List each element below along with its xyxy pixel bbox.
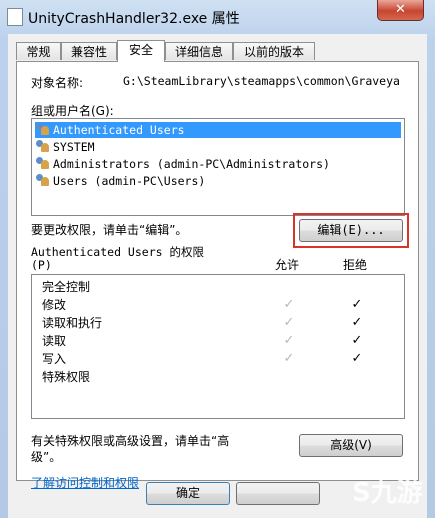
allow-check: ✓ bbox=[283, 315, 295, 330]
groups-label: 组或用户名(G): bbox=[31, 104, 114, 118]
perm-name: 特殊权限 bbox=[42, 370, 91, 384]
user-name: Users (admin-PC\Users) bbox=[53, 174, 206, 188]
window-title: UnityCrashHandler32.exe 属性 bbox=[28, 11, 240, 27]
close-button[interactable]: ✕ bbox=[377, 0, 424, 21]
deny-check: ✓ bbox=[351, 297, 363, 312]
users-group-icon bbox=[35, 156, 51, 170]
deny-check: ✓ bbox=[351, 333, 363, 348]
tab-details[interactable]: 详细信息 bbox=[165, 42, 233, 60]
tab-compatibility[interactable]: 兼容性 bbox=[61, 42, 117, 60]
permissions-title-accel: (P) bbox=[31, 258, 52, 272]
deny-header: 拒绝 bbox=[343, 258, 368, 272]
list-item[interactable]: SYSTEM bbox=[35, 139, 95, 155]
deny-check: ✓ bbox=[351, 351, 363, 366]
advanced-button[interactable]: 高级(V) bbox=[299, 434, 403, 457]
watermark-logo: S九游 bbox=[352, 472, 423, 509]
allow-check: ✓ bbox=[283, 333, 295, 348]
allow-check: ✓ bbox=[283, 351, 295, 366]
users-group-icon bbox=[35, 139, 51, 153]
watermark-mark: S bbox=[352, 478, 371, 508]
allow-check: ✓ bbox=[283, 297, 295, 312]
permissions-table: 完全控制 修改 读取和执行 读取 写入 特殊权限 ✓ ✓ ✓ ✓ ✓ ✓ ✓ ✓ bbox=[31, 274, 405, 419]
security-panel: 对象名称: G:\SteamLibrary\steamapps\common\G… bbox=[16, 61, 419, 490]
title-bar[interactable]: UnityCrashHandler32.exe 属性 ✕ bbox=[0, 0, 435, 32]
list-item[interactable]: Users (admin-PC\Users) bbox=[35, 173, 205, 189]
advanced-hint-cont: 级”。 bbox=[31, 450, 62, 464]
perm-name: 修改 bbox=[42, 298, 67, 312]
perm-name: 读取 bbox=[42, 334, 67, 348]
perm-name: 读取和执行 bbox=[42, 316, 103, 330]
ok-button[interactable]: 确定 bbox=[146, 482, 230, 505]
perm-name: 写入 bbox=[42, 352, 67, 366]
tab-security[interactable]: 安全 bbox=[117, 40, 165, 62]
learn-access-control-link[interactable]: 了解访问控制和权限 bbox=[31, 474, 139, 491]
users-listbox[interactable]: Authenticated Users SYSTEM Administrator… bbox=[31, 118, 405, 216]
permissions-title: Authenticated Users 的权限 bbox=[31, 245, 204, 259]
advanced-hint: 有关特殊权限或高级设置，请单击“高 bbox=[31, 434, 230, 448]
deny-check: ✓ bbox=[351, 315, 363, 330]
users-group-icon bbox=[35, 122, 51, 136]
properties-window: UnityCrashHandler32.exe 属性 ✕ 常规 兼容性 安全 详… bbox=[0, 0, 435, 518]
tab-previous-versions[interactable]: 以前的版本 bbox=[233, 42, 315, 60]
list-item[interactable]: Administrators (admin-PC\Administrators) bbox=[35, 156, 330, 172]
users-group-icon bbox=[35, 173, 51, 187]
list-item[interactable]: Authenticated Users bbox=[35, 122, 401, 138]
perm-name: 完全控制 bbox=[42, 280, 91, 294]
dialog-body: 常规 兼容性 安全 详细信息 以前的版本 对象名称: G:\SteamLibra… bbox=[8, 34, 427, 518]
user-name: Authenticated Users bbox=[53, 123, 185, 137]
object-name-value: G:\SteamLibrary\steamapps\common\Graveya bbox=[123, 74, 400, 88]
cancel-button[interactable] bbox=[236, 482, 320, 505]
file-icon bbox=[7, 8, 23, 26]
user-name: SYSTEM bbox=[53, 140, 95, 154]
change-permissions-hint: 要更改权限，请单击“编辑”。 bbox=[31, 223, 188, 237]
edit-button[interactable]: 编辑(E)... bbox=[299, 219, 403, 242]
object-name-label: 对象名称: bbox=[31, 76, 84, 90]
user-name: Administrators (admin-PC\Administrators) bbox=[53, 157, 330, 171]
watermark-brand: 九游 bbox=[370, 478, 423, 508]
allow-header: 允许 bbox=[275, 258, 300, 272]
tab-general[interactable]: 常规 bbox=[16, 42, 61, 60]
